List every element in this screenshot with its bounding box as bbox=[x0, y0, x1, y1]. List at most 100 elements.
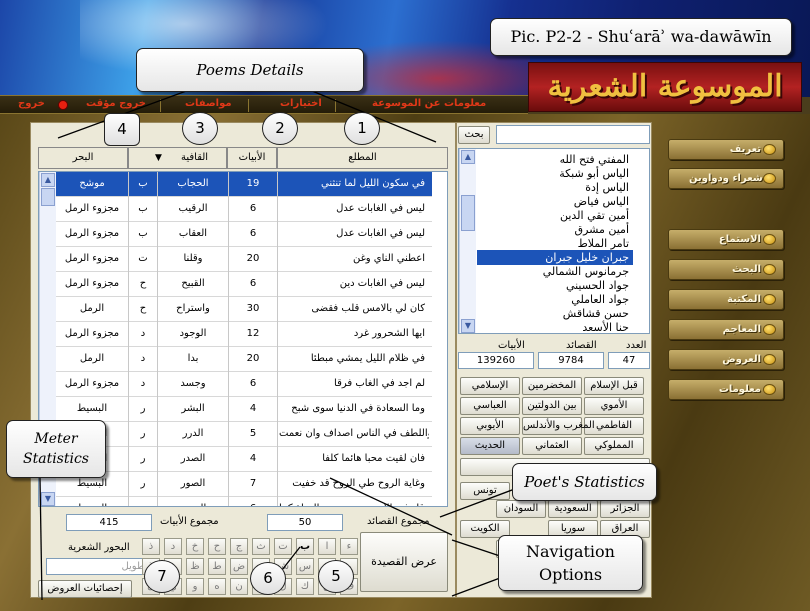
menu-item-exit[interactable]: خروج bbox=[18, 98, 45, 109]
letter-button[interactable]: ا bbox=[318, 538, 336, 555]
table-row[interactable]: وما السعادة في الدنيا سوى شبح 4 البشر ر البس… bbox=[39, 397, 432, 422]
table-row[interactable]: ليس في الغابات دين 6 القبيح ح مجزوء الرمل bbox=[39, 272, 432, 297]
letter-button[interactable]: ج bbox=[230, 538, 248, 555]
scroll-up-icon[interactable]: ▲ bbox=[41, 173, 55, 187]
nav-library[interactable]: المكتبة bbox=[668, 289, 784, 310]
letter-button[interactable]: د bbox=[164, 538, 182, 555]
poem-meter-cell: مجزوء الرمل bbox=[64, 278, 120, 289]
menu-item-temp-exit[interactable]: خروج مؤقت bbox=[86, 98, 146, 109]
nav-bullet-icon bbox=[763, 173, 776, 184]
marker-6: 6 bbox=[250, 562, 286, 595]
search-button[interactable]: بحث bbox=[458, 126, 490, 144]
letter-button[interactable]: ض bbox=[230, 558, 248, 575]
scroll-thumb[interactable] bbox=[41, 188, 55, 206]
poem-verses-cell: 4 bbox=[249, 453, 257, 464]
era-button[interactable]: المغرب والأندلس bbox=[522, 417, 595, 435]
scroll-down-icon[interactable]: ▼ bbox=[461, 319, 475, 333]
table-row[interactable]: كان لي بالامس قلب فقضى 30 واستراح ح الرمل bbox=[39, 297, 432, 322]
era-button[interactable]: العباسي bbox=[460, 397, 520, 415]
poem-rhyme-letter-cell: ر bbox=[140, 403, 146, 414]
poets-scrollbar[interactable]: ▲ ▼ bbox=[459, 149, 476, 333]
table-row[interactable]: في سكون الليل لما تنثني 19 الحجاب ب موشح bbox=[39, 172, 432, 197]
era-button[interactable]: الإسلامي bbox=[460, 377, 520, 395]
nav-prosody[interactable]: العروض bbox=[668, 349, 784, 370]
poet-list-item[interactable]: المفتي فتح الله bbox=[477, 152, 633, 167]
header-rhyme[interactable]: ▼ القافية bbox=[128, 147, 227, 169]
nav-poets[interactable]: شعراء ودواوين bbox=[668, 168, 784, 189]
scroll-thumb[interactable] bbox=[461, 195, 475, 231]
table-row[interactable]: في ظلام الليل يمشي مبطئا 20 بدا د الرمل bbox=[39, 347, 432, 372]
menu-item-specs[interactable]: مواصفات bbox=[185, 98, 232, 109]
poet-list-item[interactable]: جرمانوس الشمالي bbox=[477, 264, 633, 279]
nav-intro[interactable]: تعريف bbox=[668, 139, 784, 160]
marker-3: 3 bbox=[182, 112, 218, 145]
table-row[interactable]: وقل في الارض من يرضى الحياة كما6الضجررال… bbox=[39, 497, 432, 506]
poet-search-input[interactable] bbox=[496, 125, 650, 144]
table-row[interactable]: اعطني الناي وغن 20 وقلنا ت مجزوء الرمل bbox=[39, 247, 432, 272]
era-button[interactable]: المملوكي bbox=[584, 437, 644, 455]
poet-list-item[interactable]: أمين مشرق bbox=[477, 222, 633, 237]
era-button[interactable]: بين الدولتين bbox=[522, 397, 582, 415]
era-button[interactable]: العثماني bbox=[522, 437, 582, 455]
nav-search[interactable]: البحث bbox=[668, 259, 784, 280]
poem-verses-cell: 20 bbox=[246, 353, 260, 364]
era-button[interactable]: الأموي bbox=[584, 397, 644, 415]
country-button[interactable]: السعودية bbox=[548, 500, 598, 518]
poet-list-item[interactable]: الياس أبو شبكة bbox=[477, 166, 633, 181]
letter-button[interactable]: ء bbox=[340, 538, 358, 555]
table-row[interactable]: ليس في الغابات عدل 6 العقاب ب مجزوء الرمل bbox=[39, 222, 432, 247]
poem-verses-cell: 6 bbox=[249, 378, 257, 389]
poet-list-item[interactable]: حسن قشاقش bbox=[477, 306, 633, 321]
table-row[interactable]: لم اجد في الغاب فرقا 6 وجسد د مجزوء الرمل bbox=[39, 372, 432, 397]
nav-listen[interactable]: الاستماع bbox=[668, 229, 784, 250]
nav-dictionaries[interactable]: المعاجم bbox=[668, 319, 784, 340]
poet-list-item[interactable]: الياس فياض bbox=[477, 194, 633, 209]
nav-info[interactable]: معلومات bbox=[668, 379, 784, 400]
letter-button[interactable]: ب bbox=[296, 538, 314, 555]
show-poem-button[interactable]: عرض القصيدة bbox=[360, 532, 448, 592]
letter-button[interactable]: ه bbox=[208, 578, 226, 595]
header-opening[interactable]: المطلع bbox=[277, 147, 448, 169]
letter-button[interactable]: ث bbox=[252, 538, 270, 555]
poet-list-item[interactable]: الياس إدة bbox=[477, 180, 633, 195]
poet-list-item[interactable]: جواد العاملي bbox=[477, 292, 633, 307]
poem-verses-cell: 12 bbox=[246, 328, 260, 339]
country-button[interactable]: الجزائر bbox=[600, 500, 650, 518]
poet-list-item[interactable]: جبران خليل جبران bbox=[477, 250, 633, 265]
era-button[interactable]: الحديث bbox=[460, 437, 520, 455]
poem-rhyme-word-cell: بدا bbox=[187, 353, 199, 364]
scroll-down-icon[interactable]: ▼ bbox=[41, 492, 55, 506]
letter-button[interactable]: ظ bbox=[186, 558, 204, 575]
menu-item-options[interactable]: اختيارات bbox=[280, 98, 322, 109]
era-button[interactable]: قبل الإسلام bbox=[584, 377, 644, 395]
era-button[interactable]: الأيوبي bbox=[460, 417, 520, 435]
poem-rhyme-word-cell: البشر bbox=[181, 403, 205, 414]
country-button[interactable]: السودان bbox=[496, 500, 546, 518]
poet-list-item[interactable]: تامر الملاط bbox=[477, 236, 633, 251]
meter-stats-button[interactable]: إحصائيات العروض bbox=[38, 580, 132, 598]
table-row[interactable]: ايها الشحرور غرد 12 الوجود د مجزوء الرمل bbox=[39, 322, 432, 347]
sort-down-icon: ▼ bbox=[155, 153, 162, 163]
letter-button[interactable]: ك bbox=[296, 578, 314, 595]
stat-count-field: 47 bbox=[608, 352, 650, 369]
table-row[interactable]: ليس في الغابات عدل 6 الرقيب ب مجزوء الرمل bbox=[39, 197, 432, 222]
header-meter[interactable]: البحر bbox=[38, 147, 128, 169]
meter-select[interactable]: الطويل bbox=[46, 558, 156, 575]
letter-button[interactable]: ن bbox=[230, 578, 248, 595]
letter-button[interactable]: خ bbox=[186, 538, 204, 555]
letter-button[interactable]: ت bbox=[274, 538, 292, 555]
poem-rhyme-word-cell: العقاب bbox=[178, 228, 208, 239]
letter-button[interactable]: ذ bbox=[142, 538, 160, 555]
era-button[interactable]: المخضرمين bbox=[522, 377, 582, 395]
country-button[interactable]: تونس bbox=[460, 482, 510, 500]
scroll-up-icon[interactable]: ▲ bbox=[461, 150, 475, 164]
letter-button[interactable]: ح bbox=[208, 538, 226, 555]
letter-button[interactable]: س bbox=[296, 558, 314, 575]
poet-list-item[interactable]: جواد الحسيني bbox=[477, 278, 633, 293]
poet-list-item[interactable]: أمين تقي الدين bbox=[477, 208, 633, 223]
poet-list-item[interactable]: حنا الأسعد bbox=[477, 320, 633, 333]
header-verses[interactable]: الأبيات bbox=[227, 147, 277, 169]
letter-button[interactable]: و bbox=[186, 578, 204, 595]
letter-button[interactable]: ط bbox=[208, 558, 226, 575]
menu-item-about[interactable]: معلومات عن الموسوعة bbox=[372, 98, 486, 109]
